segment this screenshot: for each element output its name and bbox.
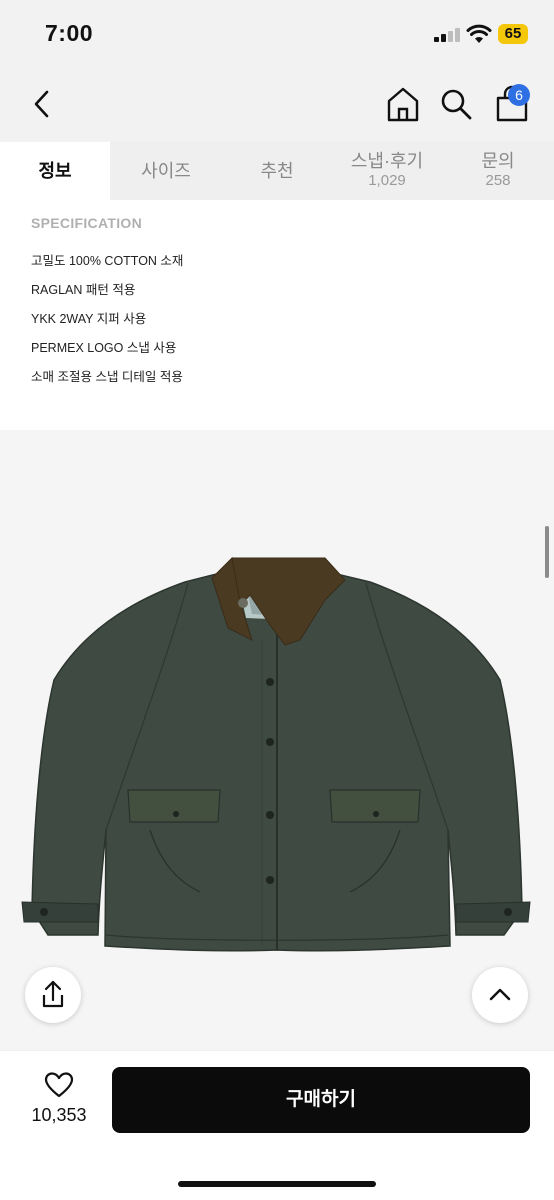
spec-item: YKK 2WAY 지퍼 사용 — [31, 312, 147, 326]
product-tabs: 정보 사이즈 추천 스냅·후기 1,029 문의 258 — [0, 142, 554, 200]
heart-icon[interactable] — [44, 1071, 74, 1099]
scroll-to-top-button[interactable] — [472, 967, 528, 1023]
battery-indicator: 65 — [498, 24, 528, 44]
product-image — [0, 430, 554, 1050]
spec-item: 고밀도 100% COTTON 소재 — [31, 254, 184, 268]
tab-size-label: 사이즈 — [141, 161, 191, 181]
tab-recommend-label: 추천 — [260, 161, 294, 181]
chevron-left-icon[interactable] — [26, 86, 58, 122]
home-icon[interactable] — [384, 84, 422, 124]
top-navigation — [0, 66, 554, 142]
cart-count-badge: 6 — [508, 84, 530, 106]
like-count: 10,353 — [31, 1105, 87, 1125]
spec-title: SPECIFICATION — [31, 215, 142, 231]
spec-item: 소매 조절용 스냅 디테일 적용 — [31, 370, 183, 384]
tab-size[interactable]: 사이즈 — [110, 142, 222, 200]
search-icon[interactable] — [438, 86, 474, 122]
tab-recommend[interactable]: 추천 — [222, 142, 332, 200]
tab-info-label: 정보 — [38, 161, 72, 181]
tab-snap-review-label: 스냅·후기 — [350, 151, 424, 171]
buy-button[interactable]: 구매하기 — [112, 1067, 530, 1133]
tab-inquiry-count: 258 — [485, 172, 511, 189]
home-indicator[interactable] — [178, 1181, 376, 1187]
scrollbar-thumb[interactable] — [545, 526, 549, 578]
tab-info[interactable]: 정보 — [0, 142, 110, 200]
status-bar: 7:00 65 — [0, 0, 554, 66]
specification-section: SPECIFICATION 고밀도 100% COTTON 소재 RAGLAN … — [0, 200, 554, 430]
wifi-icon — [466, 24, 492, 43]
status-time: 7:00 — [45, 20, 94, 46]
tab-snap-review[interactable]: 스냅·후기 1,029 — [332, 142, 442, 200]
cellular-signal-icon — [434, 28, 460, 42]
tab-inquiry[interactable]: 문의 258 — [442, 142, 554, 200]
spec-item: RAGLAN 패턴 적용 — [31, 283, 136, 297]
share-icon — [42, 980, 64, 1008]
spec-item: PERMEX LOGO 스냅 사용 — [31, 341, 177, 355]
tab-snap-review-count: 1,029 — [368, 172, 406, 189]
bottom-purchase-bar: 10,353 구매하기 — [0, 1050, 554, 1200]
chevron-up-icon — [489, 988, 511, 1001]
jacket-image — [21, 556, 531, 952]
share-button[interactable] — [25, 967, 81, 1023]
spec-list: 고밀도 100% COTTON 소재 RAGLAN 패턴 적용 YKK 2WAY… — [31, 247, 554, 392]
tab-inquiry-label: 문의 — [481, 151, 515, 171]
